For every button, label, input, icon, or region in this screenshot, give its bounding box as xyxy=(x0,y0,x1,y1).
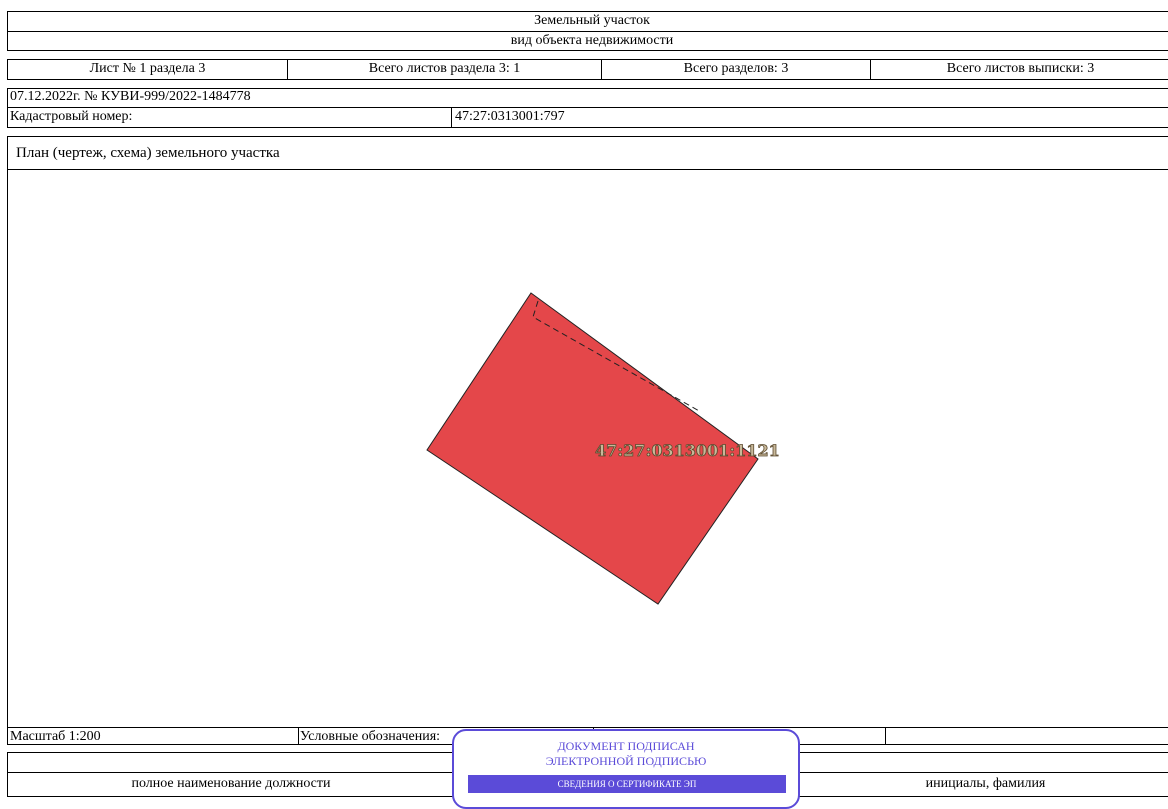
initials-label: инициалы, фамилия xyxy=(925,776,1046,791)
stamp-line-1: ДОКУМЕНТ ПОДПИСАН xyxy=(557,739,695,753)
scale: Масштаб 1:200 xyxy=(10,729,101,744)
sheet-number: Лист № 1 раздела 3 xyxy=(89,61,206,76)
cadastral-label: Кадастровый номер: xyxy=(10,109,133,124)
divider xyxy=(885,728,886,744)
stamp-line-2: ЭЛЕКТРОННОЙ ПОДПИСЬЮ xyxy=(545,754,707,768)
total-sheets: Всего листов выписки: 3 xyxy=(946,61,1095,76)
sheets-in-section: Всего листов раздела 3: 1 xyxy=(368,61,521,76)
object-type-subtitle: вид объекта недвижимости xyxy=(510,33,674,48)
sheets-info-row: Лист № 1 раздела 3 Всего листов раздела … xyxy=(7,59,1168,80)
date-number: 07.12.2022г. № КУВИ-999/2022-1484778 xyxy=(10,89,251,104)
plan-section: План (чертеж, схема) земельного участка … xyxy=(7,136,1168,728)
cadastral-number: 47:27:0313001:797 xyxy=(455,109,565,124)
divider xyxy=(8,107,1168,108)
divider xyxy=(451,107,452,128)
total-sections: Всего разделов: 3 xyxy=(683,61,789,76)
header-divider xyxy=(8,31,1168,32)
legend-label: Условные обозначения: xyxy=(300,729,441,744)
object-type-header: Земельный участок вид объекта недвижимос… xyxy=(7,11,1168,51)
parcel-plan-drawing: 47:27:0313001:1121 xyxy=(426,292,780,605)
object-type-title: Земельный участок xyxy=(534,13,650,28)
position-label: полное наименование должности xyxy=(131,776,331,791)
divider xyxy=(298,728,299,744)
certificate-info-bar: СВЕДЕНИЯ О СЕРТИФИКАТЕ ЭП xyxy=(468,775,786,793)
record-info: 07.12.2022г. № КУВИ-999/2022-1484778 Кад… xyxy=(7,88,1168,128)
e-signature-stamp: ДОКУМЕНТ ПОДПИСАН ЭЛЕКТРОННОЙ ПОДПИСЬЮ С… xyxy=(452,729,800,809)
parcel-label: 47:27:0313001:1121 xyxy=(595,441,780,460)
